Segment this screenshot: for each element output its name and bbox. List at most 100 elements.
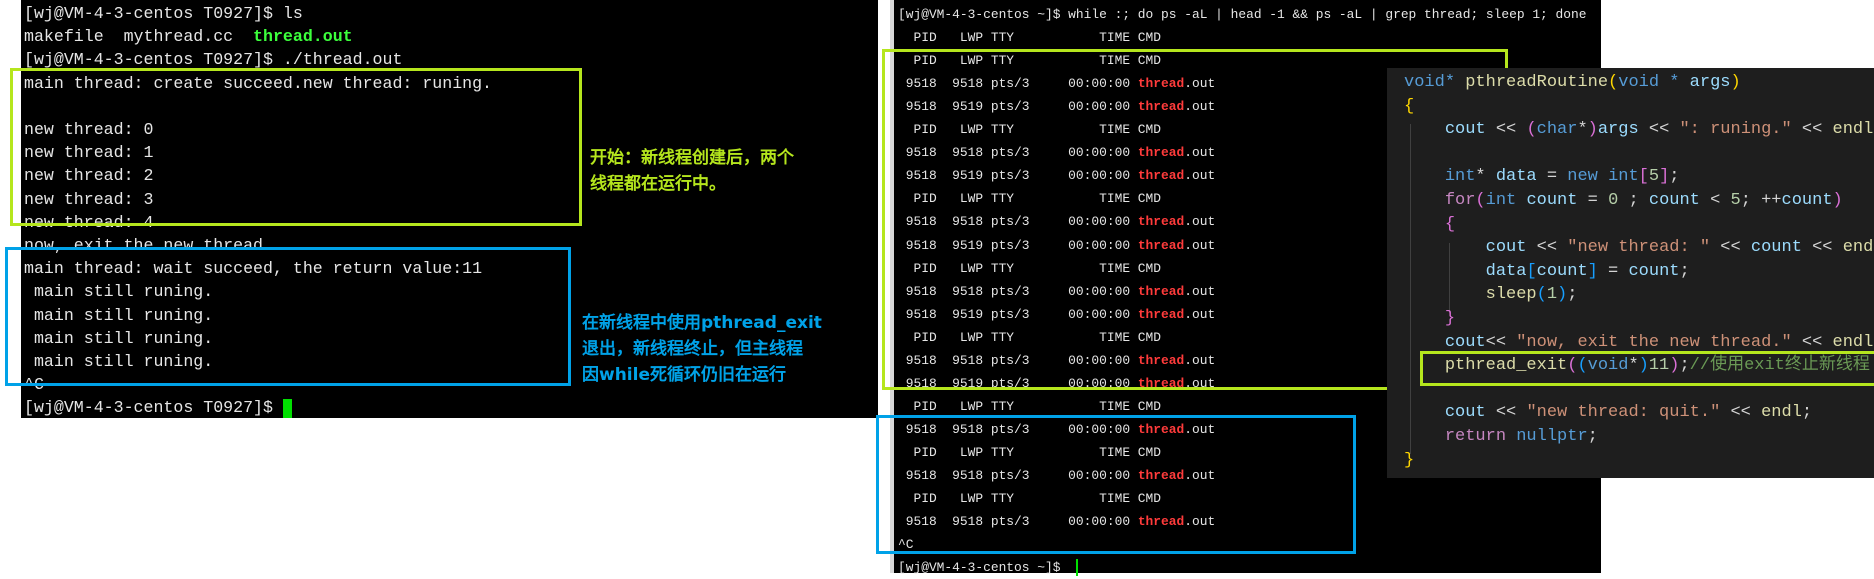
terminal-text: .out <box>1184 214 1216 230</box>
grep-match: thread <box>1137 76 1185 92</box>
code-token: * <box>1659 73 1690 92</box>
code-token: ] <box>1659 167 1670 187</box>
terminal-text: [wj@VM-4-3-centos ~]$ while :; do ps -aL… <box>898 7 1587 22</box>
terminal-line: main thread: create succeed.new thread: … <box>24 72 492 95</box>
terminal-text: new thread: 2 <box>24 166 154 186</box>
terminal-text: main still runing. <box>24 282 214 302</box>
code-token: args <box>1689 73 1731 92</box>
code-token: args <box>1597 120 1639 140</box>
terminal-text: PID LWP TTY TIME CMD <box>898 398 1162 414</box>
terminal-line: main still runing. <box>24 280 213 303</box>
terminal-text: [wj@VM-4-3-centos T0927]$ ls <box>24 4 303 23</box>
code-token: //使用exit终止新线程 <box>1689 356 1870 376</box>
code-token: ; ++ <box>1740 191 1782 210</box>
terminal-line: 9518 9518 pts/3 00:00:00 thread.out <box>898 510 1215 533</box>
blue-annotation: 在新线程中使用pthread_exit 退出，新线程终止，但主线程 因while… <box>582 310 822 388</box>
terminal-text: .out <box>1184 76 1216 92</box>
terminal-line: 9518 9519 pts/3 00:00:00 thread.out <box>898 234 1215 257</box>
terminal-line: main still runing. <box>24 304 213 327</box>
terminal-line: 9518 9519 pts/3 00:00:00 thread.out <box>898 303 1215 326</box>
grep-match: thread <box>1137 237 1185 253</box>
code-line: int* data = new int[5]; <box>1404 165 1680 189</box>
code-token: data <box>1495 167 1537 187</box>
terminal-text: 9518 9519 pts/3 00:00:00 <box>898 306 1138 322</box>
code-line: { <box>1404 213 1455 237</box>
terminal-text: now, exit the new thread. <box>24 236 273 255</box>
code-token: ) <box>1669 356 1680 376</box>
terminal-text: ^C <box>898 537 914 553</box>
code-token: int <box>1608 167 1639 187</box>
terminal-text: .out <box>1184 168 1216 184</box>
code-token: cout <box>1444 403 1486 423</box>
blue-annotation-line: 因while死循环仍旧在运行 <box>582 365 786 385</box>
terminal-line: 9518 9518 pts/3 00:00:00 thread.out <box>898 141 1215 164</box>
grep-match: thread <box>1137 514 1185 530</box>
terminal-text: .out <box>1184 306 1216 322</box>
code-token: << <box>1485 332 1517 352</box>
code-token: { <box>1404 96 1415 116</box>
code-line: cout << (char*)args << ": runing." << en… <box>1404 118 1874 142</box>
code-token: endl <box>1832 332 1874 352</box>
code-token: endl <box>1832 120 1874 140</box>
code-token: cout <box>1444 332 1486 352</box>
terminal-text: 9518 9519 pts/3 00:00:00 <box>898 99 1138 115</box>
code-token: endl <box>1761 403 1802 423</box>
terminal-text: new thread: 3 <box>24 189 154 209</box>
code-token: { <box>1444 214 1456 234</box>
terminal-line: ^C <box>24 373 44 396</box>
terminal-line: PID LWP TTY TIME CMD <box>898 395 1161 418</box>
code-token: count <box>1648 191 1700 210</box>
terminal-line: new thread: 2 <box>24 164 153 187</box>
code-token: << <box>1710 238 1751 258</box>
terminal-line: ^C <box>898 533 913 556</box>
code-token: << <box>1791 120 1833 140</box>
grep-match: thread <box>1137 306 1185 322</box>
code-line: } <box>1404 449 1414 473</box>
code-token: data <box>1485 261 1527 281</box>
terminal-text: main thread: create succeed.new thread: … <box>24 73 493 93</box>
code-token: << <box>1720 403 1762 423</box>
code-token: sleep <box>1485 285 1537 305</box>
terminal-line: main still runing. <box>24 350 213 373</box>
code-token: void <box>1618 73 1660 92</box>
terminal-text: 9518 9518 pts/3 00:00:00 <box>898 145 1138 161</box>
code-token: * <box>1475 167 1496 187</box>
terminal-text: .out <box>1184 375 1216 391</box>
blue-annotation-line: 在新线程中使用pthread_exit <box>582 313 822 333</box>
code-token: 0 <box>1608 191 1619 210</box>
terminal-line: main thread: wait succeed, the return va… <box>24 257 482 280</box>
code-token: ) <box>1557 285 1568 305</box>
terminal-line: 9518 9518 pts/3 00:00:00 thread.out <box>898 280 1215 303</box>
code-token: ; <box>1801 403 1813 423</box>
terminal-text: 9518 9518 pts/3 00:00:00 <box>898 352 1138 368</box>
code-token: return <box>1444 427 1507 446</box>
code-token: ) <box>1638 356 1649 376</box>
terminal-text: .out <box>1184 421 1216 437</box>
code-token: ( <box>1536 285 1547 305</box>
code-token: for <box>1444 191 1476 210</box>
terminal-line: now, exit the new thread. <box>24 234 273 257</box>
code-token: << <box>1485 403 1527 423</box>
code-token: cout <box>1444 120 1486 140</box>
code-token: count <box>1536 261 1588 281</box>
code-token: << <box>1801 238 1843 258</box>
code-token: count <box>1526 191 1578 210</box>
code-snippet: void* pthreadRoutine(void * args){ cout … <box>1387 68 1874 478</box>
code-token: char <box>1536 120 1578 140</box>
terminal-text: 9518 9518 pts/3 00:00:00 <box>898 76 1138 92</box>
code-token: endl <box>1842 238 1874 258</box>
code-token: << <box>1791 332 1833 352</box>
grep-match: thread <box>1137 375 1185 391</box>
code-token: ( <box>1567 356 1578 376</box>
code-token: int <box>1444 167 1476 187</box>
grep-match: thread <box>1137 421 1185 437</box>
terminal-text: 9518 9518 pts/3 00:00:00 <box>898 421 1138 437</box>
terminal-line: 9518 9518 pts/3 00:00:00 thread.out <box>898 72 1215 95</box>
terminal-text: .out <box>1184 99 1216 115</box>
code-token: ; <box>1587 427 1598 446</box>
terminal-line: main still runing. <box>24 327 213 350</box>
code-token: << <box>1485 120 1527 140</box>
